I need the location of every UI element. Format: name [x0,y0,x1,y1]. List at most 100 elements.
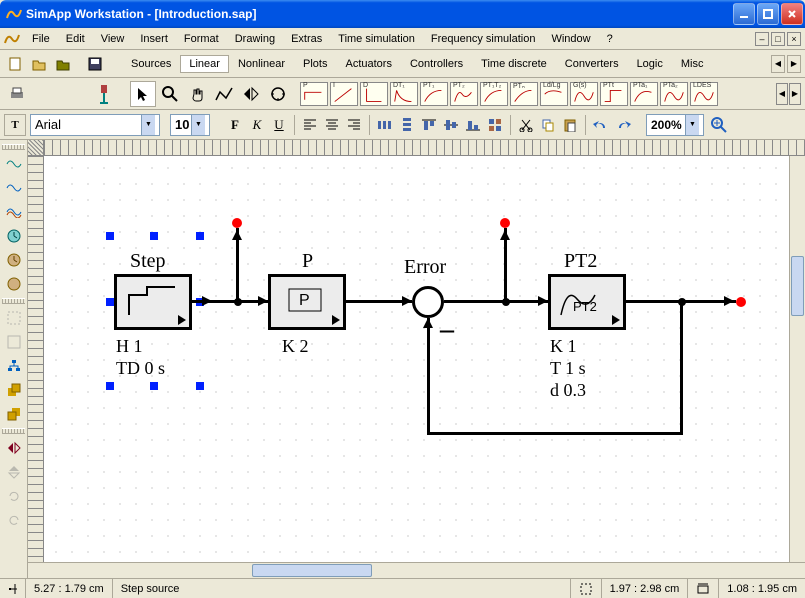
paste-button[interactable] [559,114,581,136]
menu-file[interactable]: File [24,31,58,47]
scrollbar-vertical[interactable] [789,156,805,562]
menu-freq-sim[interactable]: Frequency simulation [423,31,544,47]
menu-help[interactable]: ? [599,31,621,47]
align-left-button[interactable] [299,114,321,136]
menu-window[interactable]: Window [543,31,598,47]
bold-button[interactable]: F [224,114,246,136]
distribute-h-button[interactable] [374,114,396,136]
block-d[interactable]: D [360,82,388,106]
sb-group2[interactable] [2,331,26,353]
align-center-button[interactable] [321,114,343,136]
print-button[interactable] [4,81,30,107]
open2-button[interactable] [52,53,74,75]
sb-group1[interactable] [2,307,26,329]
sb-wave1[interactable] [2,153,26,175]
cat-logic[interactable]: Logic [628,55,672,73]
minimize-button[interactable] [733,3,755,25]
scrollbar-horizontal[interactable] [72,563,789,578]
probe-tool[interactable] [91,81,117,107]
sb-flip-h[interactable] [2,437,26,459]
menu-format[interactable]: Format [176,31,227,47]
italic-button[interactable]: K [246,114,268,136]
sb-rotate1[interactable] [2,485,26,507]
mdi-close-button[interactable]: × [787,32,801,46]
save-button[interactable] [84,53,106,75]
block-ptt[interactable]: PTt [600,82,628,106]
block-i[interactable]: I [330,82,358,106]
grid-button[interactable] [484,114,506,136]
zoom-in-button[interactable] [708,114,730,136]
maximize-button[interactable] [757,3,779,25]
distribute-v-button[interactable] [396,114,418,136]
cat-nonlinear[interactable]: Nonlinear [229,55,294,73]
menu-time-sim[interactable]: Time simulation [330,31,423,47]
menu-extras[interactable]: Extras [283,31,330,47]
sb-clock2[interactable] [2,249,26,271]
sb-flip-v[interactable] [2,461,26,483]
cat-converters[interactable]: Converters [556,55,628,73]
flip-tool[interactable] [238,81,264,107]
undo-button[interactable] [590,114,612,136]
sb-wave3[interactable] [2,201,26,223]
sb-wave2[interactable] [2,177,26,199]
align-right-button[interactable] [343,114,365,136]
cut-button[interactable] [515,114,537,136]
mdi-minimize-button[interactable]: – [755,32,769,46]
text-tool[interactable]: T [4,114,26,136]
block-gs[interactable]: G(s) [570,82,598,106]
cat-plots[interactable]: Plots [294,55,336,73]
sb-clock3[interactable] [2,273,26,295]
pan-tool[interactable] [184,81,210,107]
sum-tool[interactable] [265,81,291,107]
sb-clock1[interactable] [2,225,26,247]
cat-sources[interactable]: Sources [122,55,180,73]
menu-view[interactable]: View [93,31,133,47]
pt2-block[interactable]: PT2 [548,274,626,330]
sb-layers1[interactable] [2,379,26,401]
menu-insert[interactable]: Insert [132,31,176,47]
p-block[interactable]: P [268,274,346,330]
close-button[interactable] [781,3,803,25]
cat-scroll-right[interactable]: ▶ [787,55,801,73]
block-pta1[interactable]: PTa₁ [630,82,658,106]
sb-hierarchy[interactable] [2,355,26,377]
zoom-select[interactable]: 200%▼ [646,114,704,136]
align-mid-button[interactable] [440,114,462,136]
sb-layers2[interactable] [2,403,26,425]
block-pt1[interactable]: PT₁ [420,82,448,106]
cat-misc[interactable]: Misc [672,55,713,73]
block-dt1[interactable]: DT₁ [390,82,418,106]
redo-button[interactable] [612,114,634,136]
line-tool[interactable] [211,81,237,107]
block-pt1t2[interactable]: PT₁T₂ [480,82,508,106]
underline-button[interactable]: U [268,114,290,136]
cat-linear[interactable]: Linear [180,55,229,73]
menu-edit[interactable]: Edit [58,31,93,47]
sb-rotate2[interactable] [2,509,26,531]
block-pt2[interactable]: PT₂ [450,82,478,106]
copy-button[interactable] [537,114,559,136]
zoom-tool[interactable] [157,81,183,107]
align-bot-button[interactable] [462,114,484,136]
font-select[interactable]: Arial▼ [30,114,160,136]
block-ldlg[interactable]: Ld/Lg [540,82,568,106]
block-scroll-left[interactable]: ◀ [776,83,788,105]
cat-controllers[interactable]: Controllers [401,55,472,73]
block-p[interactable]: P [300,82,328,106]
block-ldes[interactable]: LDES [690,82,718,106]
font-size-select[interactable]: 10▼ [170,114,210,136]
open-button[interactable] [28,53,50,75]
block-ptn[interactable]: PTₙ [510,82,538,106]
pointer-tool[interactable] [130,81,156,107]
cat-timediscrete[interactable]: Time discrete [472,55,556,73]
align-top-button[interactable] [418,114,440,136]
step-block[interactable] [114,274,192,330]
mdi-restore-button[interactable]: □ [771,32,785,46]
new-button[interactable] [4,53,26,75]
canvas[interactable]: Step H 1 TD 0 s [44,156,789,562]
block-pta2[interactable]: PTa₂ [660,82,688,106]
cat-scroll-left[interactable]: ◀ [771,55,785,73]
menu-drawing[interactable]: Drawing [227,31,283,47]
block-scroll-right[interactable]: ▶ [789,83,801,105]
cat-actuators[interactable]: Actuators [337,55,401,73]
